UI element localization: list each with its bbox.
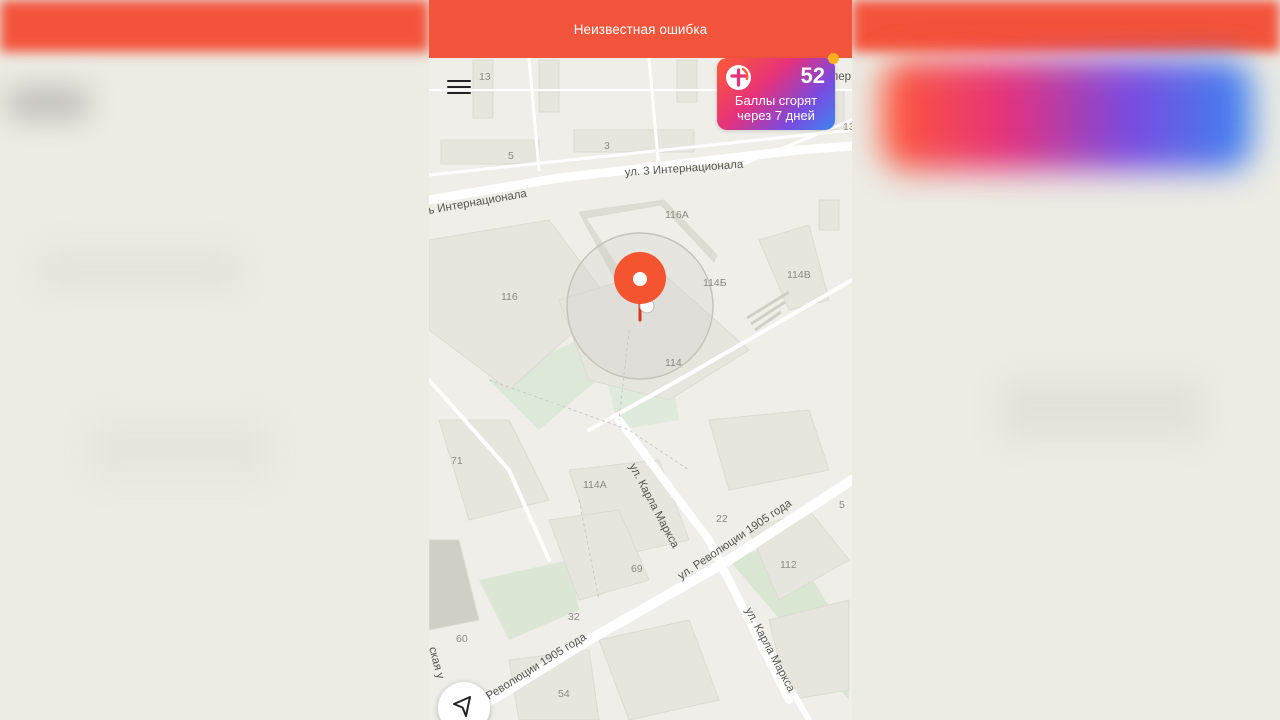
building-number: 116 [501,291,518,303]
notification-dot [828,53,839,64]
blurred-backdrop-right [852,0,1280,720]
building-number: 32 [568,611,580,623]
building-number: 114Б [703,277,727,289]
building-number: 114А [583,479,607,491]
building-number: 71 [451,455,463,467]
my-location-button[interactable] [438,682,490,720]
building-number: 112 [780,559,797,571]
blurred-backdrop-left [0,0,429,720]
plus-points-badge[interactable]: 52 Баллы сгорят через 7 дней [717,53,839,130]
building-number: 60 [456,633,468,645]
building-number: 5 [839,499,845,511]
building-number: 5 [508,150,514,162]
building-number: 54 [558,688,570,700]
building-number: 22 [716,513,728,525]
error-message: Неизвестная ошибка [573,21,708,37]
plus-logo-icon [726,65,751,90]
building-number: 114В [787,269,811,281]
navigation-arrow-icon [453,696,471,717]
building-number: 69 [631,563,643,575]
street-label: пер. [832,71,852,83]
points-count: 52 [800,63,825,88]
app-screen: ул. 3 Интернационала ь Интернационала ул… [429,0,852,720]
promo-caption-line1: Баллы сгорят [734,93,818,108]
building-number: 13 [479,71,491,83]
building-number: 13 [843,121,852,133]
building-number: 114 [665,357,682,369]
error-banner: Неизвестная ошибка [429,0,852,58]
building-number: 116А [665,209,689,221]
promo-caption-line2: через 7 дней [737,108,815,123]
hamburger-menu-button[interactable] [445,74,473,100]
building-number: 3 [604,140,610,152]
